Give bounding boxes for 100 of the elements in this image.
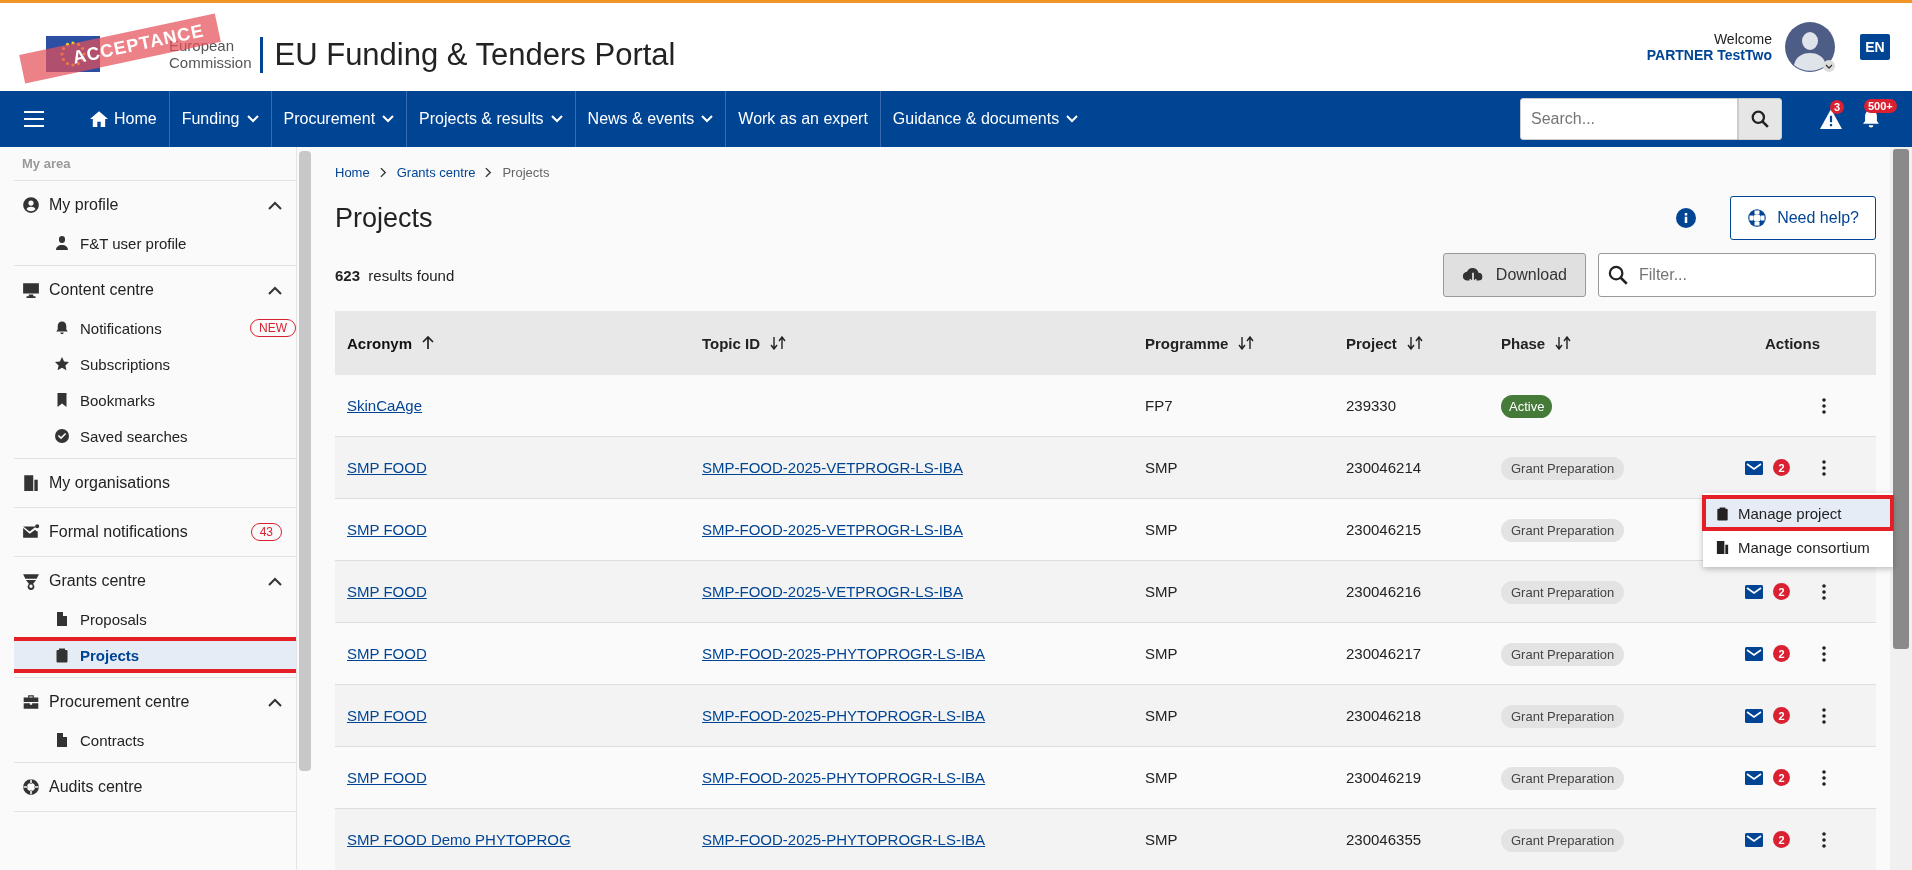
menu-item[interactable]: Manage consortium [1703,530,1893,564]
sidebar-section[interactable]: Grants centre [14,561,296,601]
programme-cell: SMP [1145,707,1178,724]
sidebar-item[interactable]: Proposals [14,601,296,637]
breadcrumb-link[interactable]: Home [335,164,370,180]
column-header[interactable]: Phase [1501,334,1572,352]
nav-link[interactable]: Guidance & documents [879,91,1091,147]
chevron-down-icon [382,115,395,123]
info-icon[interactable] [1676,208,1697,228]
topic-id-link[interactable]: SMP-FOOD-2025-PHYTOPROGR-LS-IBA [702,831,986,848]
lifebuoy-icon [1747,208,1768,228]
phase-badge: Grant Preparation [1501,767,1625,790]
sidebar-section[interactable]: My profile [14,185,296,225]
envelope-icon [22,523,40,541]
alert-count-badge: 3 [1830,100,1845,114]
more-options-icon[interactable] [1822,583,1826,600]
sidebar-item[interactable]: Saved searches [14,418,296,454]
acronym-link[interactable]: SMP FOOD [347,707,427,724]
more-options-icon[interactable] [1822,769,1826,786]
more-options-icon[interactable] [1822,831,1826,848]
cloud-download-icon [1461,266,1484,284]
more-options-icon[interactable] [1822,397,1826,414]
building-icon [22,474,40,492]
sidebar-item[interactable]: F&T user profile [14,225,296,261]
phase-badge: Grant Preparation [1501,519,1625,542]
avatar-silhouette-icon[interactable] [1784,21,1836,73]
crosshair-icon [22,778,40,796]
star-icon [54,356,70,372]
acronym-link[interactable]: SMP FOOD [347,769,427,786]
sidebar-heading: My area [14,147,296,181]
acronym-link[interactable]: SkinCaAge [347,397,423,414]
scrollbar-thumb[interactable] [299,151,311,771]
search-field[interactable]: Search... [1520,98,1738,140]
download-button[interactable]: Download [1442,253,1586,297]
nav-link[interactable]: Work as an expert [725,91,880,147]
sidebar-item[interactable]: Projects [14,637,296,673]
programme-cell: SMP [1145,521,1178,538]
nav-link[interactable]: Projects & results [406,91,575,147]
mail-icon[interactable] [1745,770,1763,785]
column-header[interactable]: Programme [1145,334,1255,352]
sort-arrows-icon [1555,336,1572,350]
sidebar-section[interactable]: Procurement centre [14,682,296,722]
acronym-link[interactable]: SMP FOOD [347,645,427,662]
filter-field[interactable]: Filter... [1598,253,1876,297]
column-header[interactable]: Project [1346,334,1423,352]
topic-id-link[interactable]: SMP-FOOD-2025-VETPROGR-LS-IBA [702,583,963,600]
acronym-link[interactable]: SMP FOOD [347,459,427,476]
message-count-badge: 2 [1773,769,1790,786]
breadcrumb-current: Projects [502,164,550,180]
column-header[interactable]: Actions [1765,334,1820,352]
sidebar-section[interactable]: Formal notifications 43 [14,512,296,552]
breadcrumb-link[interactable]: Grants centre [396,164,476,180]
menu-item[interactable]: Manage project [1703,496,1893,530]
mail-icon[interactable] [1745,832,1763,847]
topic-id-link[interactable]: SMP-FOOD-2025-PHYTOPROGR-LS-IBA [702,769,986,786]
topic-id-link[interactable]: SMP-FOOD-2025-VETPROGR-LS-IBA [702,521,963,538]
language-button[interactable]: EN [1860,34,1890,60]
sidebar-item[interactable]: Contracts [14,722,296,758]
need-help-button[interactable]: Need help? [1730,196,1876,240]
menu-icon[interactable] [24,111,44,127]
search-icon [1751,110,1769,128]
sidebar-section[interactable]: My organisations [14,463,296,503]
topic-id-link[interactable]: SMP-FOOD-2025-PHYTOPROGR-LS-IBA [702,645,986,662]
message-count-badge: 2 [1773,831,1790,848]
acronym-link[interactable]: SMP FOOD Demo PHYTOPROG [347,831,571,848]
topic-id-link[interactable]: SMP-FOOD-2025-PHYTOPROGR-LS-IBA [702,707,986,724]
topic-id-link[interactable]: SMP-FOOD-2025-VETPROGR-LS-IBA [702,459,963,476]
mail-icon[interactable] [1745,646,1763,661]
nav-link[interactable]: News & events [574,91,726,147]
warning-icon[interactable] [1820,109,1842,129]
document-icon [54,732,70,748]
column-header[interactable]: Acronym [347,334,435,352]
nav-link[interactable]: Home [78,91,169,147]
page-title: Projects [335,202,434,234]
phase-badge: Grant Preparation [1501,581,1625,604]
clipboard-icon [1715,505,1730,521]
phase-badge: Grant Preparation [1501,643,1625,666]
message-count-badge: 2 [1773,583,1790,600]
mail-icon[interactable] [1745,708,1763,723]
programme-cell: SMP [1145,769,1178,786]
search-button[interactable] [1738,98,1782,140]
sidebar-item[interactable]: Notifications NEW [14,310,296,346]
arrow-up-icon [422,336,435,350]
column-header[interactable]: Topic ID [702,334,787,352]
chevron-right-icon [379,166,387,178]
more-options-icon[interactable] [1822,645,1826,662]
sidebar-item[interactable]: Bookmarks [14,382,296,418]
monitor-icon [22,281,40,299]
sidebar-section[interactable]: Audits centre [14,767,296,807]
scrollbar-thumb[interactable] [1893,149,1909,649]
sidebar-section[interactable]: Content centre [14,270,296,310]
acronym-link[interactable]: SMP FOOD [347,583,427,600]
phase-badge: Grant Preparation [1501,829,1625,852]
acronym-link[interactable]: SMP FOOD [347,521,427,538]
more-options-icon[interactable] [1822,459,1826,476]
sidebar-item[interactable]: Subscriptions [14,346,296,382]
more-options-icon[interactable] [1822,707,1826,724]
mail-icon[interactable] [1745,584,1763,599]
welcome-text: Welcome [1713,31,1772,47]
mail-icon[interactable] [1745,460,1763,475]
